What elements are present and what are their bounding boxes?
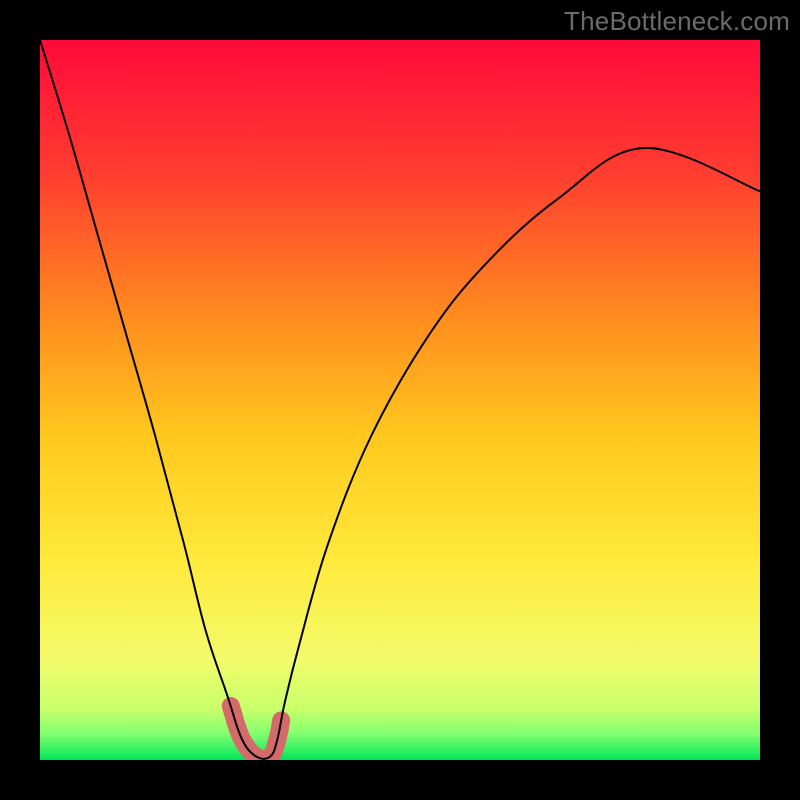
plot-svg [40,40,760,760]
watermark-text: TheBottleneck.com [564,6,790,37]
chart-frame: TheBottleneck.com [0,0,800,800]
plot-area [40,40,760,760]
